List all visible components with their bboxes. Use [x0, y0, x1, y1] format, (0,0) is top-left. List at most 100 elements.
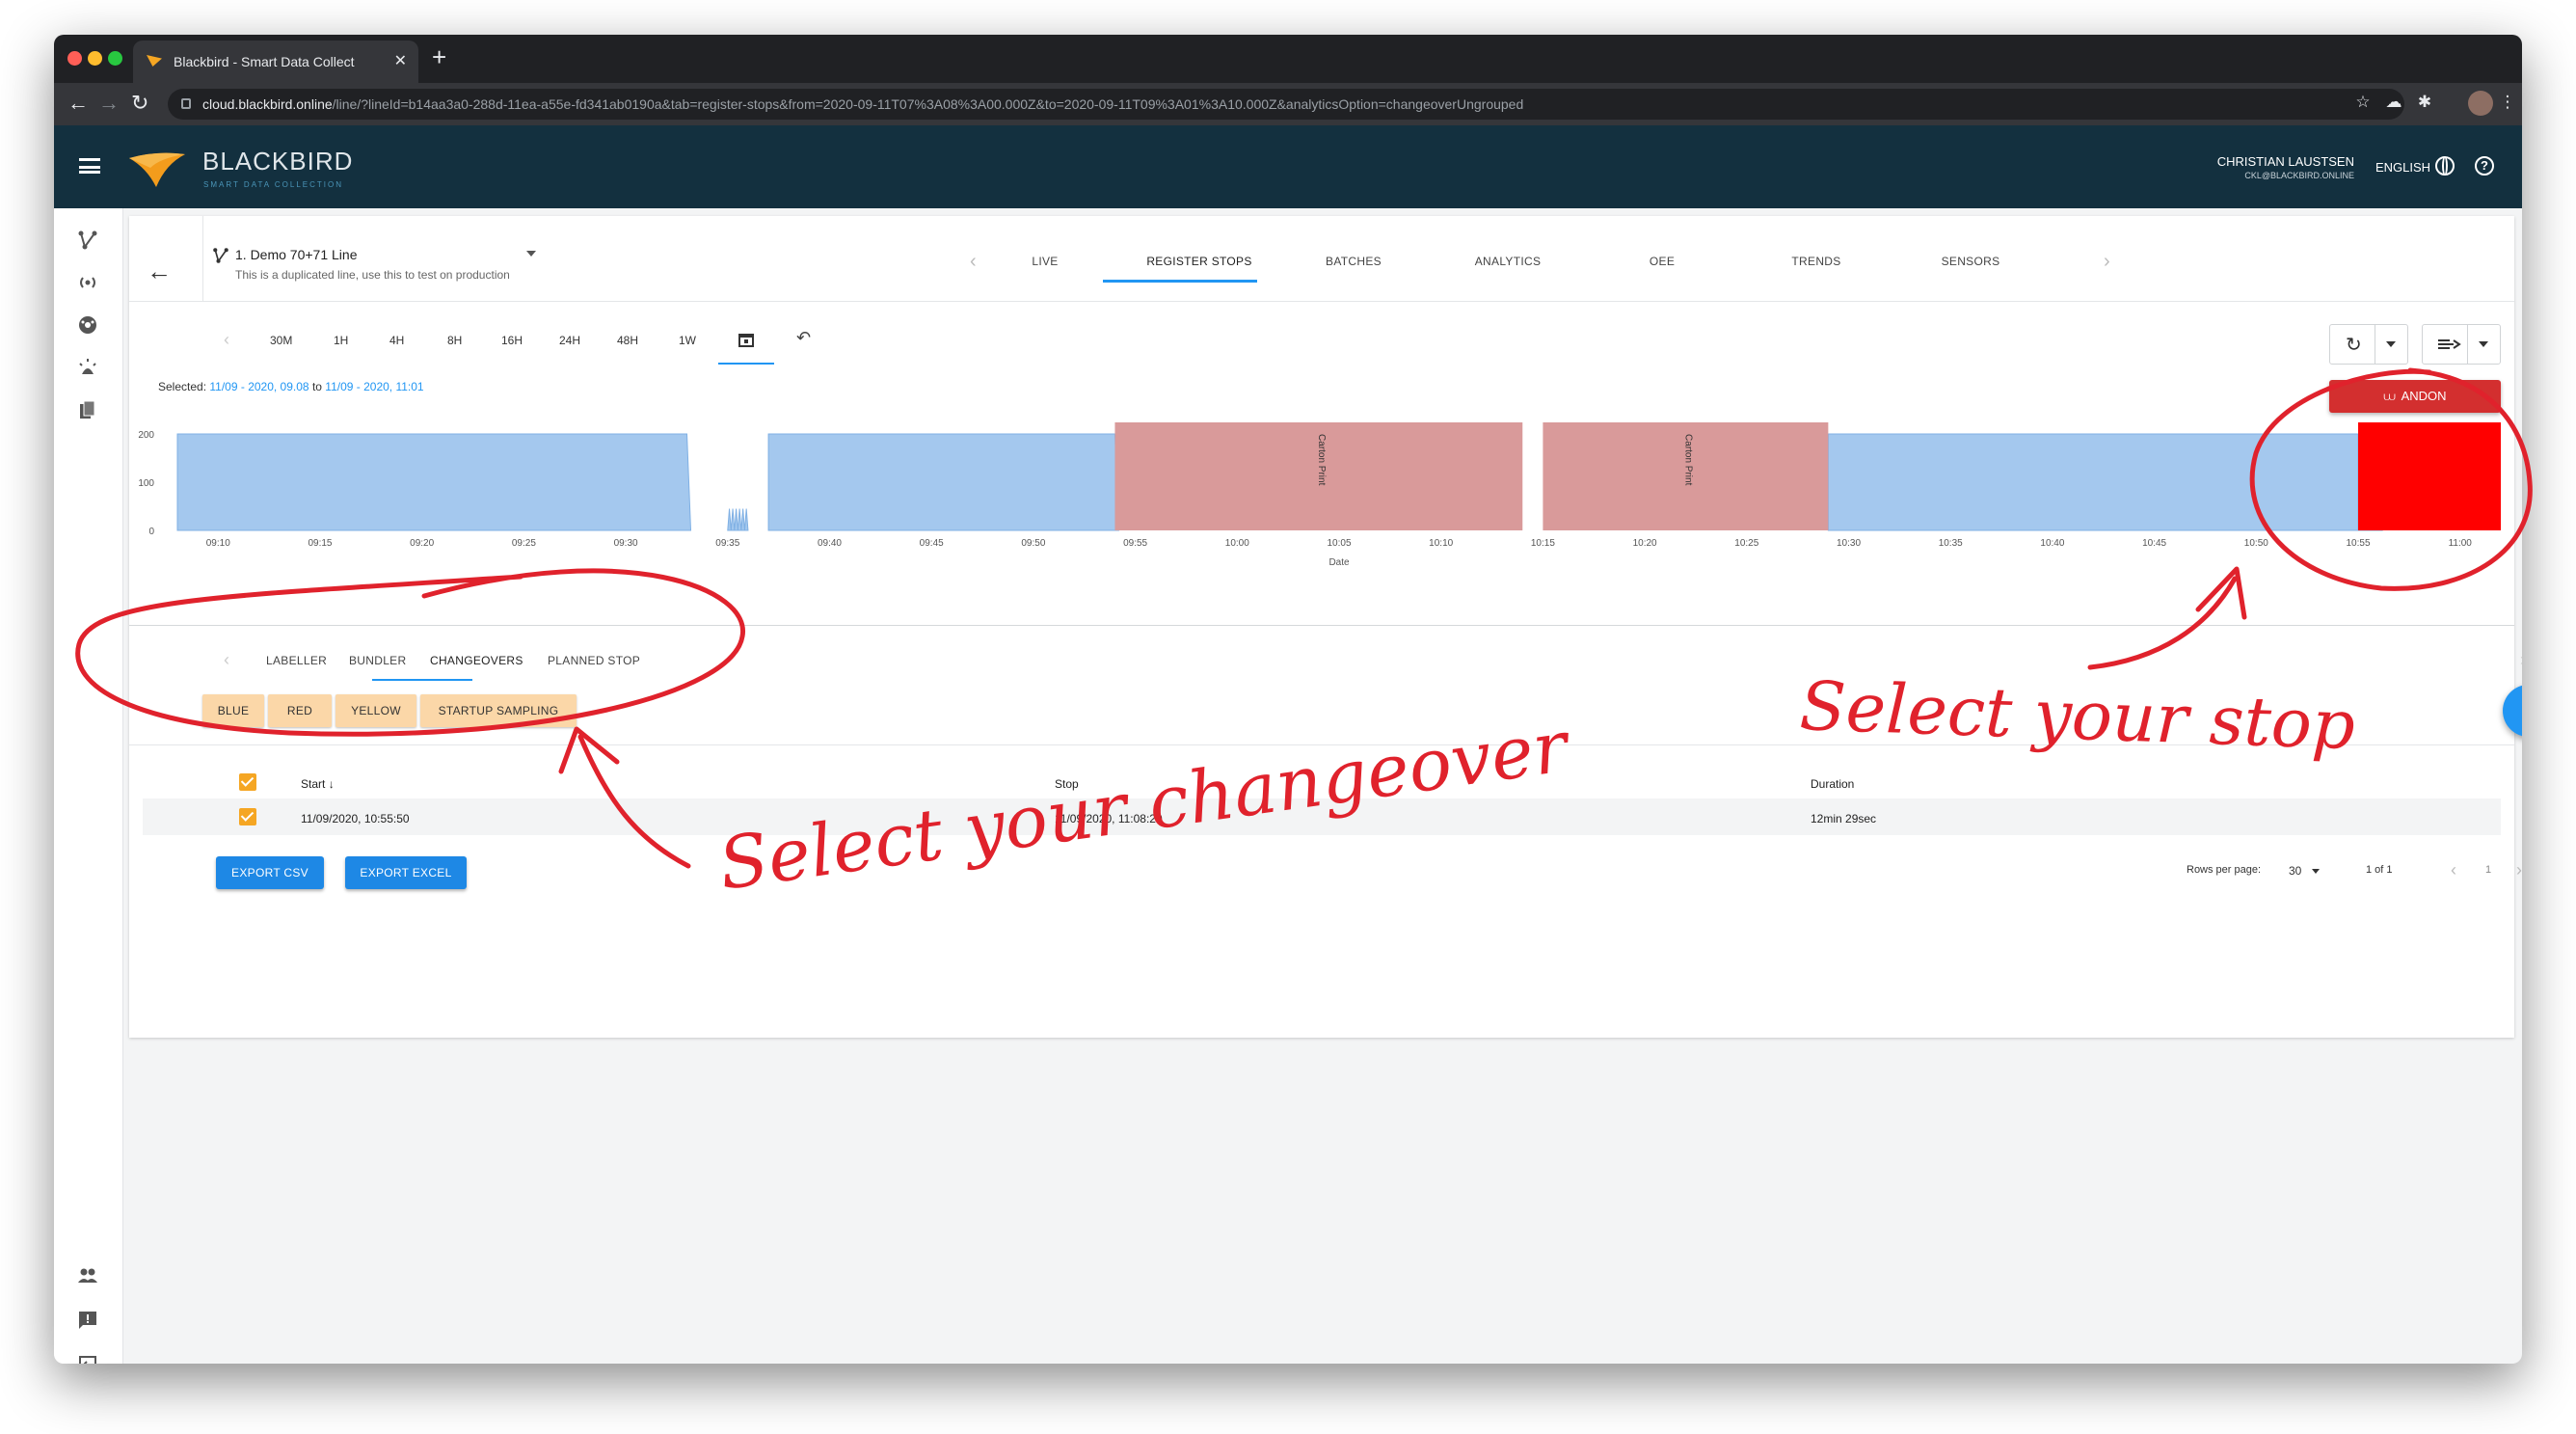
table-row[interactable]	[143, 798, 2501, 835]
logout-icon[interactable]	[77, 1354, 98, 1364]
tab-trends[interactable]: TRENDS	[1739, 255, 1893, 268]
users-icon[interactable]	[77, 1265, 98, 1286]
minimize-window-dot[interactable]	[88, 51, 102, 66]
time-button-1w[interactable]: 1W	[679, 334, 696, 347]
filter-dropdown-icon[interactable]	[2479, 341, 2488, 347]
browser-tab[interactable]: Blackbird - Smart Data Collect ✕	[133, 41, 418, 83]
time-button-24h[interactable]: 24H	[559, 334, 580, 347]
hamburger-menu-icon[interactable]	[79, 158, 100, 174]
subtab-labeller[interactable]: LABELLER	[266, 654, 327, 667]
tab-live[interactable]: LIVE	[968, 255, 1122, 268]
browser-menu-icon[interactable]: ⋮	[2497, 93, 2518, 114]
sensor-signal-icon[interactable]	[77, 272, 98, 293]
time-button-48h[interactable]: 48H	[617, 334, 638, 347]
select-all-checkbox[interactable]	[239, 773, 256, 791]
forward-icon[interactable]: →	[98, 91, 120, 116]
stops-timeline-chart[interactable]: 200 100 0 Carton Print Carton Print 09:10 09:1…	[129, 419, 2514, 582]
rows-per-page-select[interactable]: 30	[2289, 864, 2301, 878]
help-icon[interactable]: ?	[2475, 156, 2494, 176]
changeover-chip-yellow[interactable]: YELLOW	[335, 694, 416, 727]
line-dropdown-caret-icon[interactable]	[526, 251, 536, 257]
tab-analytics[interactable]: ANALYTICS	[1431, 255, 1585, 268]
dashboard-icon[interactable]	[77, 314, 98, 336]
time-button-30m[interactable]: 30M	[270, 334, 292, 347]
tab-register-stops[interactable]: REGISTER STOPS	[1122, 255, 1276, 268]
header-separator	[129, 301, 2514, 302]
changeover-chip-red[interactable]: RED	[268, 694, 332, 727]
tab-batches[interactable]: BATCHES	[1276, 255, 1431, 268]
close-tab-icon[interactable]: ✕	[394, 41, 407, 83]
page-next-chevron-icon[interactable]: ›	[2516, 860, 2522, 880]
lock-icon	[181, 98, 191, 109]
refresh-control[interactable]: ↻	[2329, 324, 2408, 365]
refresh-icon[interactable]: ↻	[2346, 333, 2362, 357]
reload-icon[interactable]: ↻	[131, 91, 148, 116]
back-icon[interactable]: ←	[67, 91, 89, 116]
x-tick-label: 09:50	[1021, 538, 1045, 549]
new-tab-icon[interactable]: +	[432, 42, 446, 72]
timeline-filter-icon[interactable]	[2436, 337, 2461, 352]
feedback-icon[interactable]	[77, 1310, 98, 1331]
filter-control[interactable]	[2422, 324, 2501, 365]
more-options-icon[interactable]: ⋮	[2514, 249, 2522, 273]
page-prev-chevron-icon[interactable]: ‹	[2451, 860, 2456, 880]
tab-sensors[interactable]: SENSORS	[1893, 255, 2048, 268]
time-prev-chevron-icon[interactable]: ‹	[224, 330, 229, 350]
andon-light-icon[interactable]	[77, 357, 98, 378]
andon-label: ANDON	[2401, 389, 2447, 403]
time-button-8h[interactable]: 8H	[447, 334, 462, 347]
andon-button[interactable]: ⩊ ANDON	[2329, 380, 2501, 413]
documents-icon[interactable]	[77, 399, 98, 420]
url-path: /line/?lineId=b14aa3a0-288d-11ea-a55e-fd…	[332, 96, 1524, 112]
column-header-duration[interactable]: Duration	[1811, 777, 1854, 791]
x-tick-label: 09:45	[920, 538, 944, 549]
time-button-1h[interactable]: 1H	[334, 334, 348, 347]
globe-icon[interactable]	[2435, 156, 2455, 176]
changeover-chip-startup-sampling[interactable]: STARTUP SAMPLING	[420, 694, 577, 727]
changeover-chip-blue[interactable]: BLUE	[202, 694, 264, 727]
language-selector[interactable]: ENGLISH	[2375, 160, 2430, 175]
refresh-dropdown-icon[interactable]	[2386, 341, 2396, 347]
y-tick-label: 200	[138, 430, 154, 441]
user-name: CHRISTIAN LAUSTSEN	[2216, 154, 2354, 169]
rows-per-page-label: Rows per page:	[2187, 864, 2262, 876]
time-button-16h[interactable]: 16H	[501, 334, 523, 347]
tab-oee[interactable]: OEE	[1585, 255, 1739, 268]
subtab-planned-stop[interactable]: PLANNED STOP	[548, 654, 640, 667]
subtabs-prev-chevron-icon[interactable]: ‹	[224, 650, 229, 670]
rows-per-page-caret-icon[interactable]	[2312, 869, 2320, 874]
subtab-changeovers[interactable]: CHANGEOVERS	[430, 654, 523, 667]
selected-to[interactable]: 11/09 - 2020, 11:01	[325, 380, 423, 393]
calendar-icon[interactable]	[738, 332, 754, 347]
edit-fab-button[interactable]	[2503, 685, 2522, 737]
browser-tab-title: Blackbird - Smart Data Collect	[174, 54, 355, 69]
subtabs-next-chevron-icon[interactable]: ›	[2520, 650, 2522, 670]
column-header-stop[interactable]: Stop	[1055, 777, 1079, 791]
undo-icon[interactable]: ↶	[796, 328, 811, 348]
user-info[interactable]: CHRISTIAN LAUSTSEN CKL@BLACKBIRD.ONLINE	[2217, 154, 2354, 180]
pencil-icon	[2519, 701, 2522, 720]
time-button-4h[interactable]: 4H	[389, 334, 404, 347]
address-bar[interactable]: cloud.blackbird.online/line/?lineId=b14a…	[168, 89, 2404, 120]
back-arrow-icon[interactable]: ←	[147, 257, 172, 286]
selected-from[interactable]: 11/09 - 2020, 09.08	[209, 380, 309, 393]
cloud-extension-icon[interactable]: ☁	[2383, 93, 2404, 114]
line-subtitle: This is a duplicated line, use this to t…	[235, 268, 510, 282]
zoom-window-dot[interactable]	[108, 51, 122, 66]
profile-avatar[interactable]	[2468, 91, 2493, 116]
x-tick-label: 10:30	[1837, 538, 1861, 549]
x-tick-label: 09:35	[715, 538, 739, 549]
line-title[interactable]: 1. Demo 70+71 Line	[235, 247, 357, 262]
bookmark-star-icon[interactable]: ☆	[2352, 93, 2374, 114]
row-checkbox[interactable]	[239, 808, 256, 825]
tabs-next-chevron-icon[interactable]: ›	[2104, 251, 2110, 273]
export-csv-button[interactable]: EXPORT CSV	[216, 856, 324, 889]
line-branch-icon[interactable]	[77, 230, 98, 251]
close-window-dot[interactable]	[67, 51, 82, 66]
stop-label: Carton Print	[1682, 434, 1693, 486]
subtab-bundler[interactable]: BUNDLER	[349, 654, 406, 667]
column-header-start[interactable]: Start ↓	[301, 777, 335, 791]
extensions-puzzle-icon[interactable]: ✱	[2414, 93, 2435, 114]
export-excel-button[interactable]: EXPORT EXCEL	[345, 856, 467, 889]
sort-down-arrow-icon[interactable]: ↓	[329, 777, 335, 791]
